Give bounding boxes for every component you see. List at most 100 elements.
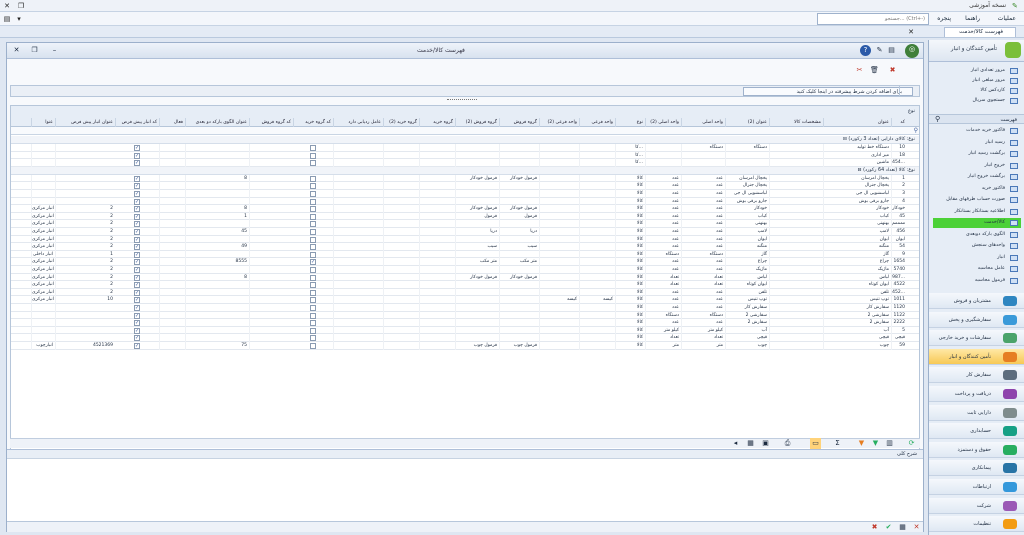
nav-excel-icon[interactable]: ▣ [760, 438, 771, 449]
table-row[interactable]: 1120 سفارش کار سفارش کار عدد عدد کالا ✓ [11, 304, 919, 312]
column-header[interactable]: واحد فرعی (2) [539, 118, 579, 127]
checkbox[interactable]: ✓ [134, 198, 140, 205]
close-icon[interactable]: ✕ [11, 45, 22, 56]
table-row[interactable]: 45 کباب کباب عدد عدد کالا فرمول فرمول 1 ✓ 2 انبار م… [11, 212, 919, 221]
trash-icon[interactable]: 🗑 [869, 65, 880, 76]
close-icon[interactable]: ✕ [2, 1, 12, 11]
edit-delete-icon[interactable]: ✂ [854, 65, 865, 76]
side-top-item[interactable]: جستجوی سریال [933, 96, 1021, 106]
table-row[interactable]: 1011 توپ تنیس توپ تنیس عدد عدد کالا کیسه کیسه ✓ 1… [11, 296, 919, 304]
side-list-item[interactable]: رسید انبار [933, 138, 1021, 148]
restore-icon[interactable]: ❐ [29, 45, 40, 56]
module-category[interactable]: تنظیمات [929, 516, 1024, 533]
column-header[interactable]: واحد اصلی [681, 118, 725, 127]
table-row[interactable]: 54 منگنه منگنه عدد عدد کالا سیب سیب 49 ✓ 2 انبار مر… [11, 243, 919, 251]
nav-refresh-icon[interactable]: ⟳ [906, 438, 917, 449]
tab-item-list[interactable]: فهرست کالا/خدمت [944, 27, 1016, 37]
table-row[interactable]: 3 لباسشویی ال جی لباسشویی ال جی عدد عدد کالا ✓ [11, 190, 919, 198]
table-row[interactable]: 5 آب آب کیلو متر کیلو متر کالا ✓ [11, 326, 919, 335]
module-category[interactable]: مشتریان و فروش [929, 293, 1024, 309]
group-row[interactable]: ⊟ نوع: کالای دارایی (تعداد 3 رکورد) [11, 136, 919, 144]
checkbox[interactable] [310, 221, 316, 228]
checkbox[interactable]: ✓ [134, 259, 140, 266]
checkbox[interactable]: ✓ [134, 251, 140, 258]
checkbox[interactable]: ✓ [134, 213, 140, 220]
checkbox[interactable]: ✓ [134, 206, 140, 213]
table-row[interactable]: 18 میز اداری کا... ✓ [11, 151, 919, 160]
checkbox[interactable]: ✓ [134, 297, 140, 304]
checkbox[interactable] [310, 229, 316, 235]
table-row[interactable]: ایوان ایوان ایوان عدد عدد کالا ✓ 2 انبار مرکزی [11, 235, 919, 244]
side-list-item[interactable]: صورت حساب طرفهای مقابل [933, 195, 1021, 205]
checkbox[interactable] [310, 335, 316, 342]
nav-filter2-icon[interactable]: ▼ [870, 438, 881, 449]
checkbox[interactable] [310, 152, 316, 159]
side-list-item[interactable]: اطلاعیه بستانکار بستانکار [933, 207, 1021, 217]
tab-close-icon[interactable]: ✕ [906, 27, 916, 37]
table-row[interactable]: 9 گاز گاز دستگاه دستگاه کالا ✓ 1 انبار داخلی [11, 250, 919, 259]
column-header[interactable]: کد [891, 118, 907, 127]
module-category[interactable]: سفارش کار [929, 367, 1024, 384]
side-list-item[interactable]: واحدهای سنجش [933, 241, 1021, 251]
nav-layout-icon[interactable]: ▭ [810, 438, 821, 449]
column-header[interactable]: گروه فروش (2) [455, 118, 499, 127]
table-row[interactable]: 987... لباس لباس تعداد تعداد کالا فرمول خودکار… [11, 273, 919, 282]
column-header[interactable]: کد گروه خرید [293, 118, 333, 127]
checkbox[interactable] [310, 183, 316, 190]
column-header[interactable]: مشخصات کالا [769, 118, 823, 127]
checkbox[interactable]: ✓ [134, 282, 140, 289]
checkbox[interactable] [310, 305, 316, 311]
column-header[interactable]: گروه خرید [419, 118, 455, 127]
grid-filter-row[interactable]: ⚲ [11, 127, 919, 135]
module-category[interactable]: حسابداری [929, 423, 1024, 440]
table-row[interactable]: 454... ماشین کا... ✓ [11, 159, 919, 167]
checkbox[interactable] [310, 320, 316, 327]
checkbox[interactable] [310, 244, 316, 251]
checkbox[interactable]: ✓ [134, 289, 140, 296]
nav-first-icon[interactable]: ◂ [730, 438, 741, 449]
column-header[interactable]: واحد اصلی (2) [645, 118, 681, 127]
column-header[interactable]: کد انبار پیش فرض [115, 118, 159, 127]
side-list-item[interactable]: عامل محاسبه [933, 264, 1021, 274]
checkbox[interactable] [310, 251, 316, 258]
table-row[interactable]: 1122 سفارشی 2 سفارشی 2 دستگاه دستگاه کالا ✓ [11, 311, 919, 320]
side-top-item[interactable]: مرور تعدادی انبار [933, 66, 1021, 76]
table-row[interactable]: 2222 سفارش 2 سفارش 2 عدد عدد کالا ✓ [11, 319, 919, 327]
column-header[interactable]: عنوان [823, 118, 891, 127]
nav-grid-icon[interactable]: ▦ [745, 438, 756, 449]
side-list-item[interactable]: کالا/خدمت [933, 218, 1021, 228]
table-row[interactable]: 452... تلفن تلفن عدد عدد کالا ✓ 2 انبار مرکزی [11, 288, 919, 297]
checkbox[interactable]: ✓ [134, 267, 140, 273]
search-icon[interactable]: ⚲ [935, 115, 940, 123]
checkbox[interactable]: ✓ [134, 236, 140, 243]
checkbox[interactable]: ✓ [134, 175, 140, 182]
checkbox[interactable] [310, 289, 316, 296]
table-row[interactable]: 1654 چراغ چراغ عدد عدد کالا متر مکب متر مکب ✓ 855… [11, 258, 919, 266]
checkbox[interactable]: ✓ [134, 343, 140, 349]
advanced-filter-button[interactable]: برای اضافه کردن شرط پیشرفته در اینجا کلی… [743, 87, 913, 96]
checkbox[interactable] [310, 343, 316, 349]
checkbox[interactable] [310, 213, 316, 220]
table-row[interactable]: 456 لامپ لامپ عدد عدد کالا دریا دریا 45 ✓ 2 انبار م… [11, 228, 919, 236]
checkbox[interactable] [310, 191, 316, 197]
module-category[interactable]: شرکت [929, 497, 1024, 514]
column-header[interactable]: نوع [615, 118, 645, 127]
cancel-icon[interactable]: ✖ [887, 65, 898, 76]
menu-item-operations[interactable]: عملیات [998, 15, 1016, 22]
checkbox[interactable]: ✓ [134, 305, 140, 311]
checkbox[interactable] [310, 160, 316, 167]
close-icon[interactable]: ✕ [911, 522, 922, 533]
help-icon[interactable]: ? [860, 45, 871, 56]
checkbox[interactable]: ✓ [134, 327, 140, 334]
checkbox[interactable] [310, 236, 316, 243]
side-top-item[interactable]: مرور مبلغی انبار [933, 76, 1021, 86]
column-header[interactable]: عنوان الگوی بارکد دو بعدی [185, 118, 249, 127]
column-header[interactable]: عنوان (2) [725, 118, 769, 127]
nav-print-icon[interactable]: ⎙ [782, 438, 793, 449]
checkbox[interactable]: ✓ [134, 160, 140, 167]
column-header[interactable]: عنوان انبار پیش فرض [55, 118, 115, 127]
side-list-item[interactable]: خروج انبار [933, 161, 1021, 171]
print-icon[interactable]: ▤ [886, 45, 897, 56]
checkbox[interactable] [310, 327, 316, 334]
checkbox[interactable] [310, 145, 316, 151]
